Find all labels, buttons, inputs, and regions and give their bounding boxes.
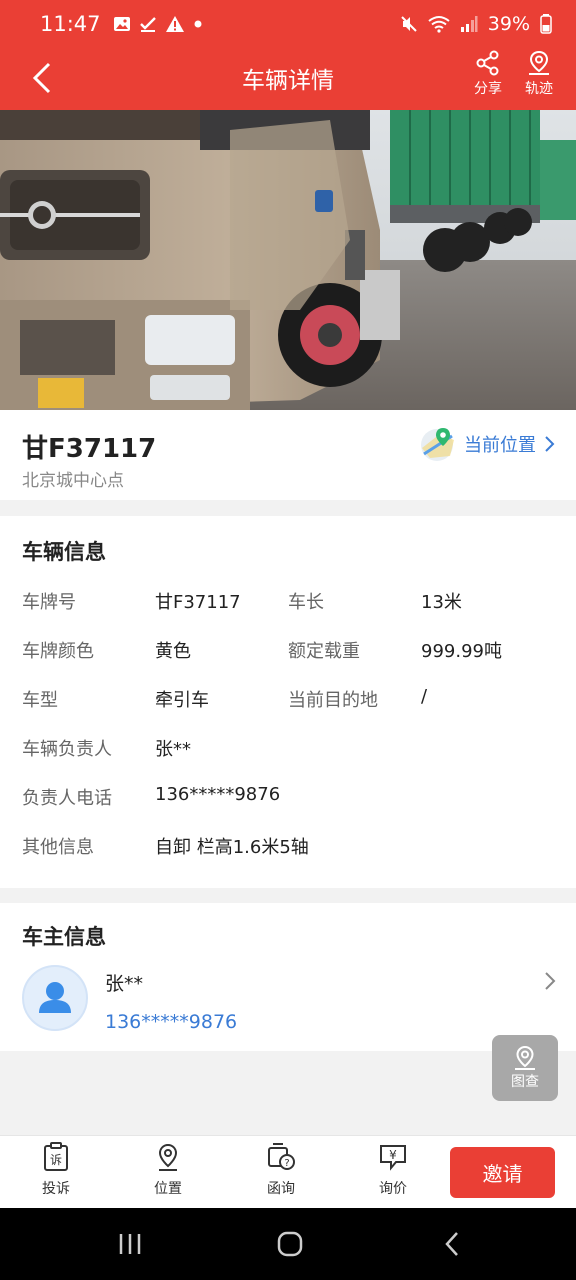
info-value: 牵引车 (155, 690, 209, 711)
inquiry-letter-button[interactable]: ? 函询 (246, 1142, 316, 1198)
home-button[interactable] (270, 1228, 310, 1260)
svg-text:诉: 诉 (50, 1153, 62, 1167)
info-value: 999.99吨 (421, 641, 502, 662)
info-label: 额定载重 (288, 641, 360, 662)
info-value: 136*****9876 (155, 784, 281, 805)
map-pin-icon (421, 428, 454, 461)
vehicle-info-title: 车辆信息 (22, 540, 106, 564)
bottom-action-bar: 诉 投诉 位置 ? 函询 ¥ 询价 邀请 (0, 1135, 576, 1208)
current-position-link[interactable]: 当前位置 (420, 426, 556, 462)
system-nav-bar (0, 1208, 576, 1280)
location-pin-icon (158, 1143, 178, 1171)
complaint-label: 投诉 (42, 1181, 70, 1197)
info-value: 张** (155, 739, 191, 760)
status-time: 11:47 (40, 12, 101, 36)
battery-icon (540, 14, 552, 34)
map-search-button[interactable]: 图查 (492, 1035, 558, 1101)
info-value: / (421, 686, 428, 707)
wifi-icon (428, 16, 450, 33)
home-icon (277, 1231, 303, 1257)
system-back-button[interactable] (432, 1228, 472, 1260)
location-label: 位置 (154, 1181, 182, 1197)
battery-percent: 39% (487, 13, 530, 35)
mute-icon (401, 16, 417, 32)
recent-apps-button[interactable] (110, 1228, 150, 1260)
plate-card: 甘F37117 北京城中心点 当前位置 (0, 410, 576, 500)
avatar (22, 965, 88, 1031)
signal-icon (460, 16, 478, 32)
track-icon (529, 50, 549, 75)
info-value: 黄色 (155, 641, 191, 662)
map-search-label: 图查 (511, 1074, 539, 1090)
location-button[interactable]: 位置 (133, 1142, 203, 1198)
track-label: 轨迹 (525, 81, 553, 97)
info-label: 当前目的地 (288, 690, 378, 711)
owner-info-title: 车主信息 (22, 925, 106, 949)
info-label: 车辆负责人 (22, 739, 112, 760)
inquiry-icon: ? (268, 1143, 295, 1170)
info-label: 车牌号 (22, 592, 76, 613)
info-label: 其他信息 (22, 837, 94, 858)
info-label: 车牌颜色 (22, 641, 94, 662)
status-bar: 11:47 39% (0, 0, 576, 48)
complaint-button[interactable]: 诉 投诉 (21, 1142, 91, 1198)
price-inquiry-button[interactable]: ¥ 询价 (358, 1142, 428, 1198)
back-arrow-icon (445, 1232, 458, 1256)
chevron-right-icon (545, 436, 555, 452)
track-button[interactable]: 轨迹 (509, 50, 569, 98)
owner-phone[interactable]: 136*****9876 (105, 1011, 237, 1033)
warning-icon (165, 16, 184, 32)
invite-button[interactable]: 邀请 (450, 1147, 555, 1198)
dot-icon (194, 20, 202, 28)
svg-text:¥: ¥ (389, 1148, 397, 1162)
vehicle-photo (0, 110, 576, 410)
svg-text:?: ? (284, 1158, 289, 1169)
info-value: 13米 (421, 592, 462, 613)
info-label: 车型 (22, 690, 58, 711)
vehicle-info-card: 车辆信息 车牌号 甘F37117 车长 13米 车牌颜色 黄色 额定载重 999… (0, 516, 576, 888)
info-value: 自卸 栏高1.6米5轴 (155, 837, 309, 858)
owner-detail-button[interactable] (544, 971, 556, 995)
app-header: 车辆详情 分享 轨迹 (0, 48, 576, 110)
complaint-icon: 诉 (44, 1142, 68, 1171)
share-label: 分享 (474, 81, 502, 97)
plate-number: 甘F37117 (22, 434, 157, 464)
info-label: 负责人电话 (22, 788, 112, 809)
recent-apps-icon (119, 1234, 141, 1254)
user-icon (39, 982, 71, 1013)
price-icon: ¥ (380, 1145, 406, 1171)
info-value: 甘F37117 (155, 592, 241, 613)
current-position-label: 当前位置 (464, 435, 536, 456)
owner-name: 张** (105, 973, 144, 995)
owner-info-card: 车主信息 张** 136*****9876 (0, 903, 576, 1051)
price-inquiry-label: 询价 (379, 1181, 407, 1197)
vehicle-location: 北京城中心点 (22, 471, 124, 491)
check-icon (139, 17, 156, 32)
info-label: 车长 (288, 592, 324, 613)
share-icon (476, 50, 499, 76)
image-icon (113, 17, 130, 31)
inquiry-letter-label: 函询 (267, 1181, 295, 1197)
chevron-right-icon (545, 972, 556, 990)
location-icon (515, 1045, 535, 1070)
